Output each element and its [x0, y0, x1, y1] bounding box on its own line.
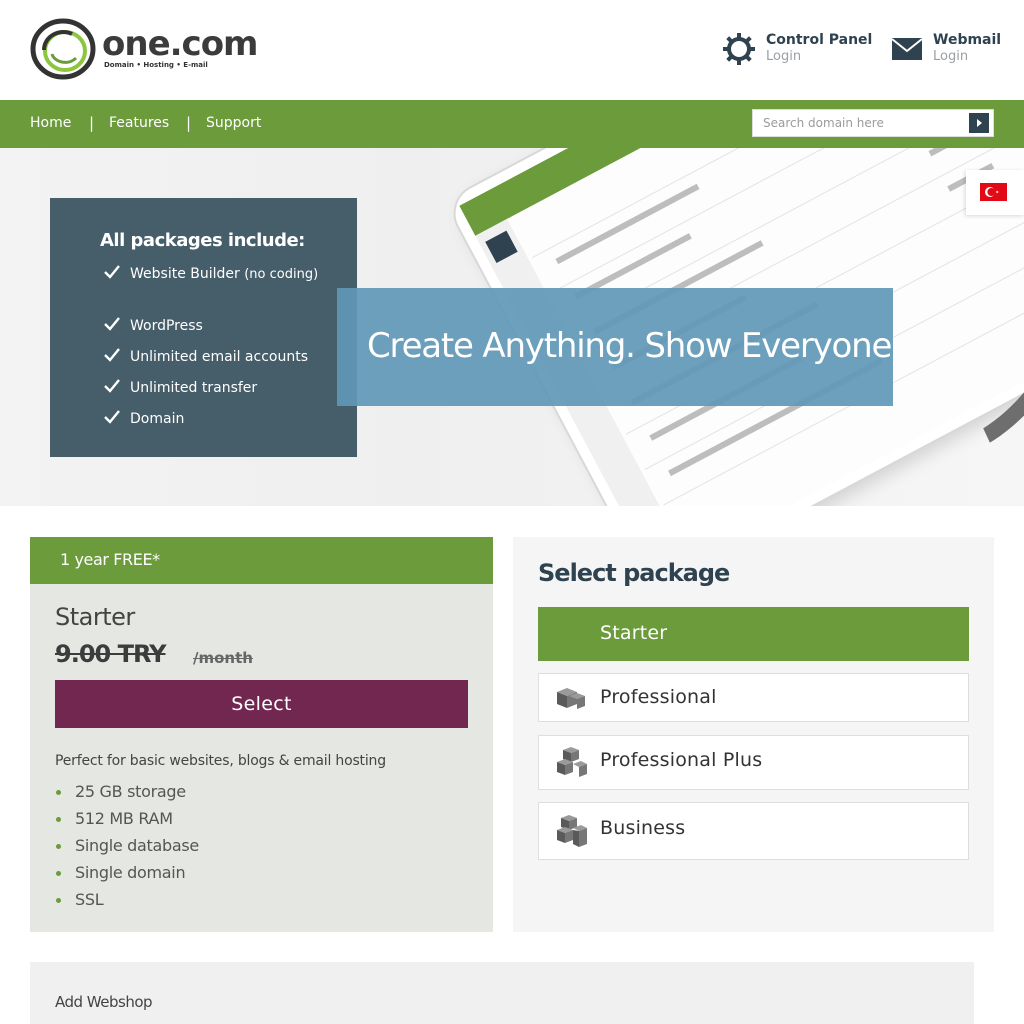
feature-text: Single database: [75, 836, 199, 855]
nav-home[interactable]: Home: [30, 115, 71, 131]
package-option-professional[interactable]: Professional: [538, 673, 969, 722]
bullet-icon: [56, 871, 61, 876]
includes-title: All packages include:: [100, 230, 305, 251]
feature-text: 25 GB storage: [75, 782, 186, 801]
feature-text: 512 MB RAM: [75, 809, 173, 828]
one-com-logo[interactable]: one.com Domain • Hosting • E-mail: [30, 18, 270, 82]
include-label: Website Builder: [130, 266, 240, 282]
package-price: 9.00 TRY: [55, 640, 166, 668]
nav-support[interactable]: Support: [206, 115, 261, 131]
feature-text: Single domain: [75, 863, 186, 882]
include-label: WordPress: [130, 318, 203, 334]
feature-item: 25 GB storage: [55, 782, 455, 804]
logo-tagline: Domain • Hosting • E-mail: [104, 61, 208, 69]
play-arrow-icon: [977, 119, 982, 127]
feature-item: Single database: [55, 836, 455, 858]
add-webshop-section[interactable]: Add Webshop: [30, 962, 974, 1024]
nav-features[interactable]: Features: [109, 115, 169, 131]
add-webshop-label: Add Webshop: [55, 993, 153, 1011]
package-option-starter[interactable]: Starter: [538, 607, 969, 661]
language-selector[interactable]: [966, 170, 1024, 215]
package-option-label: Professional: [600, 686, 717, 708]
feature-item: 512 MB RAM: [55, 809, 455, 831]
search-submit-button[interactable]: [969, 113, 989, 133]
control-panel-link[interactable]: Control Panel Login: [722, 30, 872, 70]
banner-headline: Create Anything. Show Everyone: [367, 326, 892, 366]
select-package-title: Select package: [538, 559, 730, 587]
control-panel-title: Control Panel: [766, 32, 873, 48]
include-label: Unlimited transfer: [130, 380, 258, 396]
checkmark-icon: [104, 379, 120, 393]
cube-stack-icon: [557, 815, 587, 847]
price-period: /month: [193, 649, 253, 667]
feature-item: Single domain: [55, 863, 455, 885]
webmail-login: Login: [933, 49, 969, 64]
starter-package-card: 1 year FREE* Starter 9.00 TRY /month Sel…: [30, 537, 493, 932]
promo-text: 1 year FREE*: [60, 550, 160, 569]
domain-search: [752, 109, 994, 137]
webmail-title: Webmail: [933, 32, 1002, 48]
packages-include-box: All packages include: Website Builder (n…: [50, 198, 357, 457]
nav-separator: |: [186, 114, 192, 132]
checkmark-icon: [104, 265, 120, 279]
logo-swirl-icon: [30, 18, 96, 80]
logo-text: one.com: [102, 24, 258, 64]
hero-banner: Create Anything. Show Everyone: [337, 288, 893, 406]
bullet-icon: [56, 790, 61, 795]
bullet-icon: [56, 817, 61, 822]
package-option-label: Professional Plus: [600, 749, 763, 771]
select-button[interactable]: Select: [55, 680, 468, 728]
webmail-link[interactable]: Webmail Login: [890, 30, 1020, 70]
control-panel-login: Login: [766, 49, 802, 64]
promo-header: 1 year FREE*: [30, 537, 493, 584]
turkey-flag-icon: [980, 183, 1007, 201]
cube-stack-icon: [557, 747, 587, 777]
feature-text: SSL: [75, 890, 104, 909]
domain-search-input[interactable]: [753, 110, 965, 136]
package-description: Perfect for basic websites, blogs & emai…: [55, 753, 386, 769]
package-option-label: Business: [600, 817, 686, 839]
include-label: Domain: [130, 411, 185, 427]
package-name: Starter: [55, 603, 135, 631]
feature-item: SSL: [55, 890, 455, 912]
package-option-business[interactable]: Business: [538, 802, 969, 860]
checkmark-icon: [104, 348, 120, 362]
site-header: one.com Domain • Hosting • E-mail Contro…: [0, 0, 1024, 100]
package-option-professional-plus[interactable]: Professional Plus: [538, 735, 969, 790]
include-note: (no coding): [244, 267, 319, 282]
select-package-panel: Select package Starter Professional Prof…: [513, 537, 994, 932]
bullet-icon: [56, 844, 61, 849]
cube-stack-icon: [557, 688, 585, 709]
checkmark-icon: [104, 410, 120, 424]
package-option-label: Starter: [600, 622, 668, 644]
envelope-icon: [891, 38, 923, 60]
gear-icon: [723, 33, 755, 65]
bullet-icon: [56, 898, 61, 903]
nav-separator: |: [89, 114, 95, 132]
include-label: Unlimited email accounts: [130, 349, 308, 365]
checkmark-icon: [104, 317, 120, 331]
